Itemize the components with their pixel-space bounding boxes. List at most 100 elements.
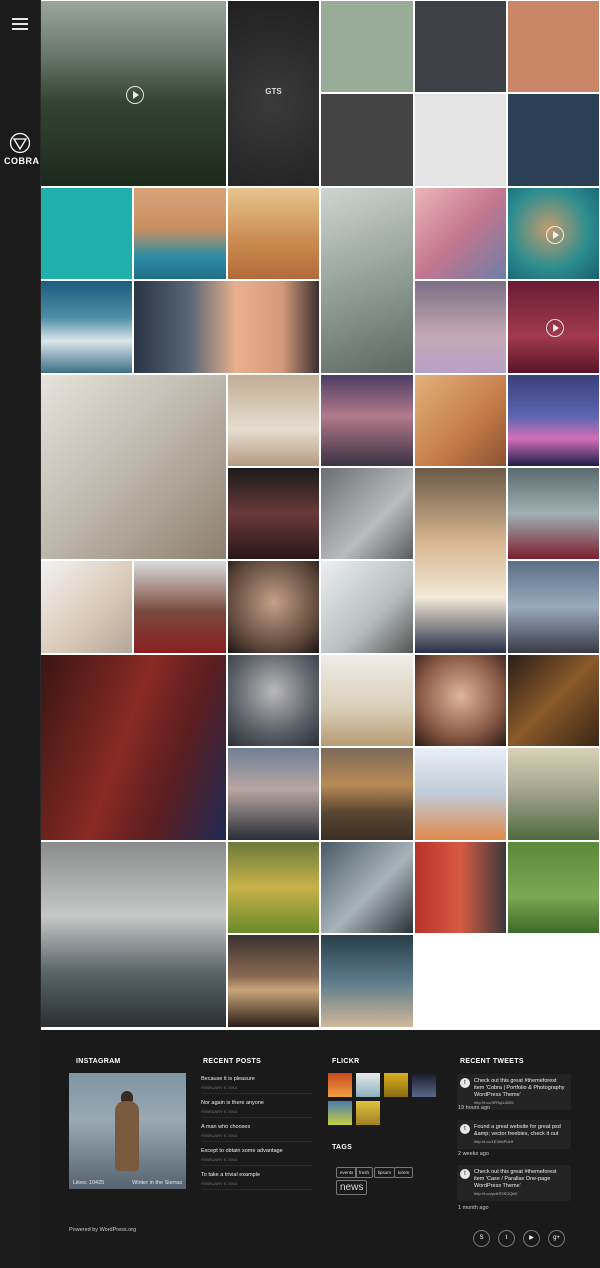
flickr-thumb[interactable]: [328, 1101, 352, 1125]
box-heads-grass-tile[interactable]: [508, 842, 599, 933]
woman-red-heels-tile[interactable]: [321, 468, 413, 559]
woman-black-dress-tile[interactable]: [41, 375, 226, 559]
recent-post-date: FEBRUARY 9, 2014: [201, 1157, 238, 1162]
shopping-bag-tile[interactable]: [415, 1, 506, 92]
recent-post-item[interactable]: A man who chooses FEBRUARY 9, 2014: [201, 1124, 313, 1142]
recent-post-item[interactable]: Nor again is there anyone FEBRUARY 9, 201…: [201, 1100, 313, 1118]
instagram-photo[interactable]: Likes: 10425 Winter in the Sierras: [69, 1073, 186, 1189]
woman-teal-eyes-tile[interactable]: [415, 655, 506, 746]
recent-tweets-title: RECENT TWEETS: [460, 1058, 524, 1065]
woman-sunset-tile[interactable]: [228, 188, 319, 279]
twitter-icon[interactable]: t: [498, 1230, 515, 1247]
gts-tshirt-tile[interactable]: GTS: [228, 1, 319, 186]
hamburger-icon[interactable]: [12, 18, 28, 30]
tweet-item: t Found a great website for great psd &am…: [457, 1120, 571, 1149]
logo-text: COBRA: [4, 156, 40, 166]
tweet-link[interactable]: http://t.co/pvKR3SOQkD: [474, 1190, 567, 1197]
instagram-person: [115, 1101, 139, 1171]
recent-post-title[interactable]: A man who chooses: [201, 1124, 250, 1130]
stormy-sky-tile[interactable]: [228, 748, 319, 840]
skype-icon[interactable]: S: [473, 1230, 490, 1247]
play-icon[interactable]: [125, 85, 144, 104]
instagram-caption: Winter in the Sierras: [132, 1180, 182, 1186]
river-autumn-tile[interactable]: [321, 748, 413, 840]
pier-dusk-tile[interactable]: [228, 935, 319, 1027]
woman-storm-tile[interactable]: [228, 655, 319, 746]
woman-laptop-tile[interactable]: [41, 561, 132, 653]
tablet-orange-tile[interactable]: [508, 1, 599, 92]
flickr-thumb[interactable]: [412, 1073, 436, 1097]
recent-post-title[interactable]: Nor again is there anyone: [201, 1100, 264, 1106]
boy-running-tile[interactable]: [228, 842, 319, 933]
gts-label: GTS: [265, 87, 282, 96]
tag-news[interactable]: news: [336, 1180, 368, 1195]
recent-post-item[interactable]: To take a trivial example FEBRUARY 9, 201…: [201, 1172, 313, 1190]
woman-purple-video-tile[interactable]: [508, 281, 599, 373]
portfolio-grid: GTS: [40, 0, 600, 1030]
smiling-girl-tile[interactable]: [415, 748, 506, 840]
building-aerial-tile[interactable]: [41, 842, 226, 1027]
city-night-tile[interactable]: [508, 375, 599, 466]
tag-lipsum[interactable]: lipsum: [374, 1167, 396, 1178]
twitter-bird-icon: t: [460, 1078, 470, 1088]
yoga-woman-tile[interactable]: [508, 468, 599, 559]
flickr-thumb[interactable]: [384, 1073, 408, 1097]
recent-post-title[interactable]: Because it is pleasure: [201, 1076, 255, 1082]
woman-denim-tile[interactable]: [321, 935, 413, 1027]
ipad-navy-tile[interactable]: [508, 94, 599, 186]
sneakers-tile[interactable]: [321, 188, 413, 373]
phone-black-tile[interactable]: [415, 94, 506, 186]
tablet-mockup-tile[interactable]: [321, 1, 413, 92]
woman-lounge-chair-tile[interactable]: [321, 561, 413, 653]
tweet-text: Check out this great #themeforest item '…: [474, 1169, 557, 1189]
youtube-icon[interactable]: ▶: [523, 1230, 540, 1247]
flickr-thumb[interactable]: [356, 1073, 380, 1097]
cobra-logo[interactable]: COBRA: [4, 132, 40, 166]
redhead-room-tile[interactable]: [41, 655, 226, 840]
grass-pink-tile[interactable]: [415, 188, 506, 279]
tweet-item: t Check out this great #themeforest item …: [457, 1165, 571, 1201]
recent-post-item[interactable]: Except to obtain some advantage FEBRUARY …: [201, 1148, 313, 1166]
man-balcony-tile[interactable]: [321, 842, 413, 933]
eyes-closeup-tile[interactable]: [228, 561, 319, 653]
city-street-night-tile[interactable]: [508, 655, 599, 746]
flickr-thumb[interactable]: [328, 1073, 352, 1097]
recent-post-item[interactable]: Because it is pleasure FEBRUARY 9, 2014: [201, 1076, 313, 1094]
twitter-bird-icon: t: [460, 1124, 470, 1134]
powered-by[interactable]: Powered by WordPress.org: [69, 1227, 136, 1233]
phone-landscape-tile[interactable]: [321, 94, 413, 186]
redhead-closeup-tile[interactable]: [134, 281, 319, 373]
woman-lace-top-tile[interactable]: [415, 468, 506, 653]
play-icon[interactable]: [545, 225, 564, 244]
tags-title: TAGS: [332, 1144, 353, 1151]
woman-lilac-tile[interactable]: [415, 281, 506, 373]
woman-sidewalk-tile[interactable]: [508, 561, 599, 653]
couple-bench-tile[interactable]: [508, 748, 599, 840]
landscape-video-tile[interactable]: [41, 1, 226, 186]
tag-lorem[interactable]: lorem: [394, 1167, 414, 1178]
tag-fresh[interactable]: fresh: [355, 1167, 374, 1178]
google-plus-icon[interactable]: g+: [548, 1230, 565, 1247]
recent-post-date: FEBRUARY 9, 2014: [201, 1133, 238, 1138]
tweet-text: Found a great website for great psd &amp…: [474, 1124, 561, 1137]
tweet-link[interactable]: http://t.co/1E3HkPUHf: [474, 1138, 567, 1145]
pier-sunset-tile[interactable]: [321, 375, 413, 466]
instagram-likes: Likes: 10425: [73, 1180, 105, 1186]
woman-basket-tile[interactable]: [321, 655, 413, 746]
arches-pool-tile[interactable]: [134, 188, 226, 279]
woman-bed-tile[interactable]: [228, 375, 319, 466]
woman-red-dress-tile[interactable]: [134, 561, 226, 653]
instagram-title: INSTAGRAM: [76, 1058, 121, 1065]
recent-post-date: FEBRUARY 9, 2014: [201, 1109, 238, 1114]
mountains-tile[interactable]: [41, 281, 132, 373]
coffee-cup-tile[interactable]: [41, 188, 132, 279]
footer: INSTAGRAM Likes: 10425 Winter in the Sie…: [40, 1030, 600, 1268]
aerial-coast-tile[interactable]: [508, 188, 599, 279]
woman-chair-tile[interactable]: [228, 468, 319, 559]
blonde-woman-tile[interactable]: [415, 375, 506, 466]
recent-post-title[interactable]: Except to obtain some advantage: [201, 1148, 283, 1154]
play-icon[interactable]: [545, 319, 564, 337]
box-heads-tile[interactable]: [415, 842, 506, 933]
recent-post-title[interactable]: To take a trivial example: [201, 1172, 260, 1178]
flickr-thumb[interactable]: [356, 1101, 380, 1125]
